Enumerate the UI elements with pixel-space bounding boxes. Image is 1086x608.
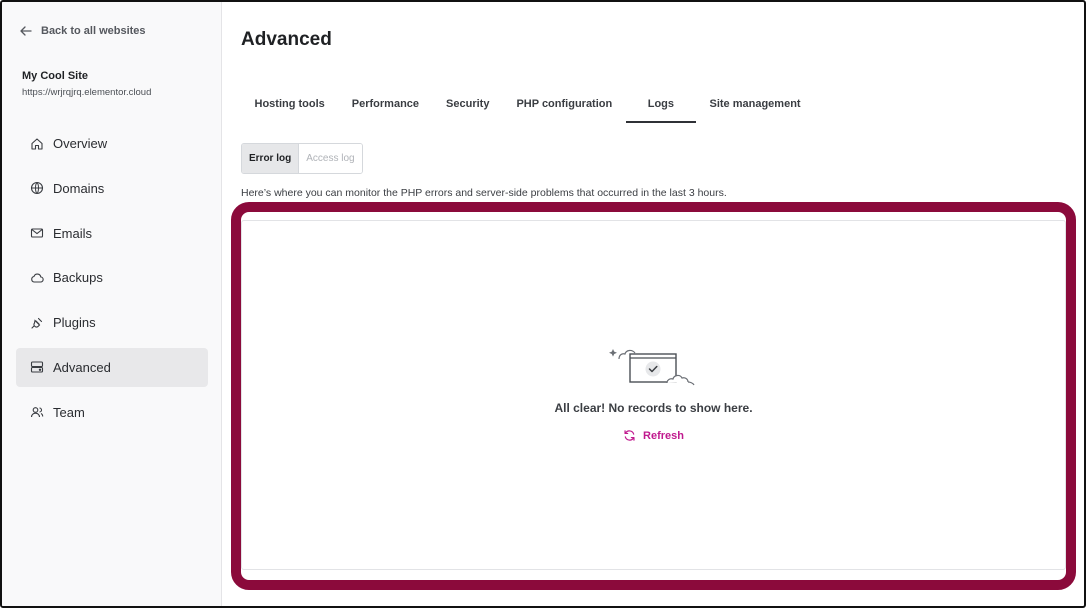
home-icon — [31, 137, 43, 150]
sidebar-item-label: Backups — [53, 270, 103, 286]
globe-icon — [30, 182, 44, 195]
envelope-icon — [30, 228, 44, 238]
tab-php-configuration[interactable]: PHP configuration — [503, 88, 626, 123]
logs-description: Here’s where you can monitor the PHP err… — [241, 187, 727, 199]
error-log-button[interactable]: Error log — [242, 144, 300, 173]
sidebar-item-team[interactable]: Team — [16, 393, 208, 432]
sidebar-item-advanced[interactable]: Advanced — [16, 347, 208, 387]
log-type-switch: Error log Access log — [241, 143, 363, 174]
tab-security[interactable]: Security — [433, 88, 503, 123]
tab-hosting-tools[interactable]: Hosting tools — [241, 88, 338, 123]
sidebar-item-label: Team — [53, 404, 85, 420]
sidebar-nav: Overview Domains Emails Backups Plugins … — [16, 124, 208, 438]
tab-site-management[interactable]: Site management — [696, 88, 814, 123]
site-name: My Cool Site — [22, 70, 89, 82]
sidebar-item-plugins[interactable]: Plugins — [16, 303, 208, 342]
arrow-left-icon — [20, 26, 32, 36]
app-window: Back to all websites My Cool Site https:… — [0, 0, 1086, 608]
tab-bar: Hosting tools Performance Security PHP c… — [241, 88, 814, 123]
sidebar-item-emails[interactable]: Emails — [16, 214, 208, 253]
sidebar-item-label: Advanced — [53, 359, 111, 375]
sidebar-item-backups[interactable]: Backups — [16, 258, 208, 297]
sidebar-item-label: Domains — [53, 180, 105, 196]
users-icon — [30, 407, 44, 418]
sidebar: Back to all websites My Cool Site https:… — [2, 2, 222, 606]
cloud-icon — [31, 273, 44, 283]
highlight-annotation-frame — [231, 202, 1076, 590]
plug-icon — [31, 317, 43, 329]
main-content: Advanced Hosting tools Performance Secur… — [223, 2, 1084, 606]
back-link-label: Back to all websites — [41, 25, 146, 37]
site-url: https://wrjrqjrq.elementor.cloud — [22, 87, 152, 98]
sidebar-item-label: Emails — [53, 225, 93, 241]
sidebar-item-overview[interactable]: Overview — [16, 124, 208, 163]
tab-logs[interactable]: Logs — [625, 88, 697, 123]
sidebar-item-domains[interactable]: Domains — [16, 169, 208, 208]
back-to-websites-link[interactable]: Back to all websites — [20, 25, 146, 37]
tab-performance[interactable]: Performance — [338, 88, 432, 123]
sidebar-item-label: Plugins — [53, 315, 96, 331]
access-log-button[interactable]: Access log — [299, 144, 362, 173]
page-title: Advanced — [241, 29, 332, 50]
sidebar-item-label: Overview — [53, 136, 108, 151]
server-icon — [30, 361, 44, 374]
